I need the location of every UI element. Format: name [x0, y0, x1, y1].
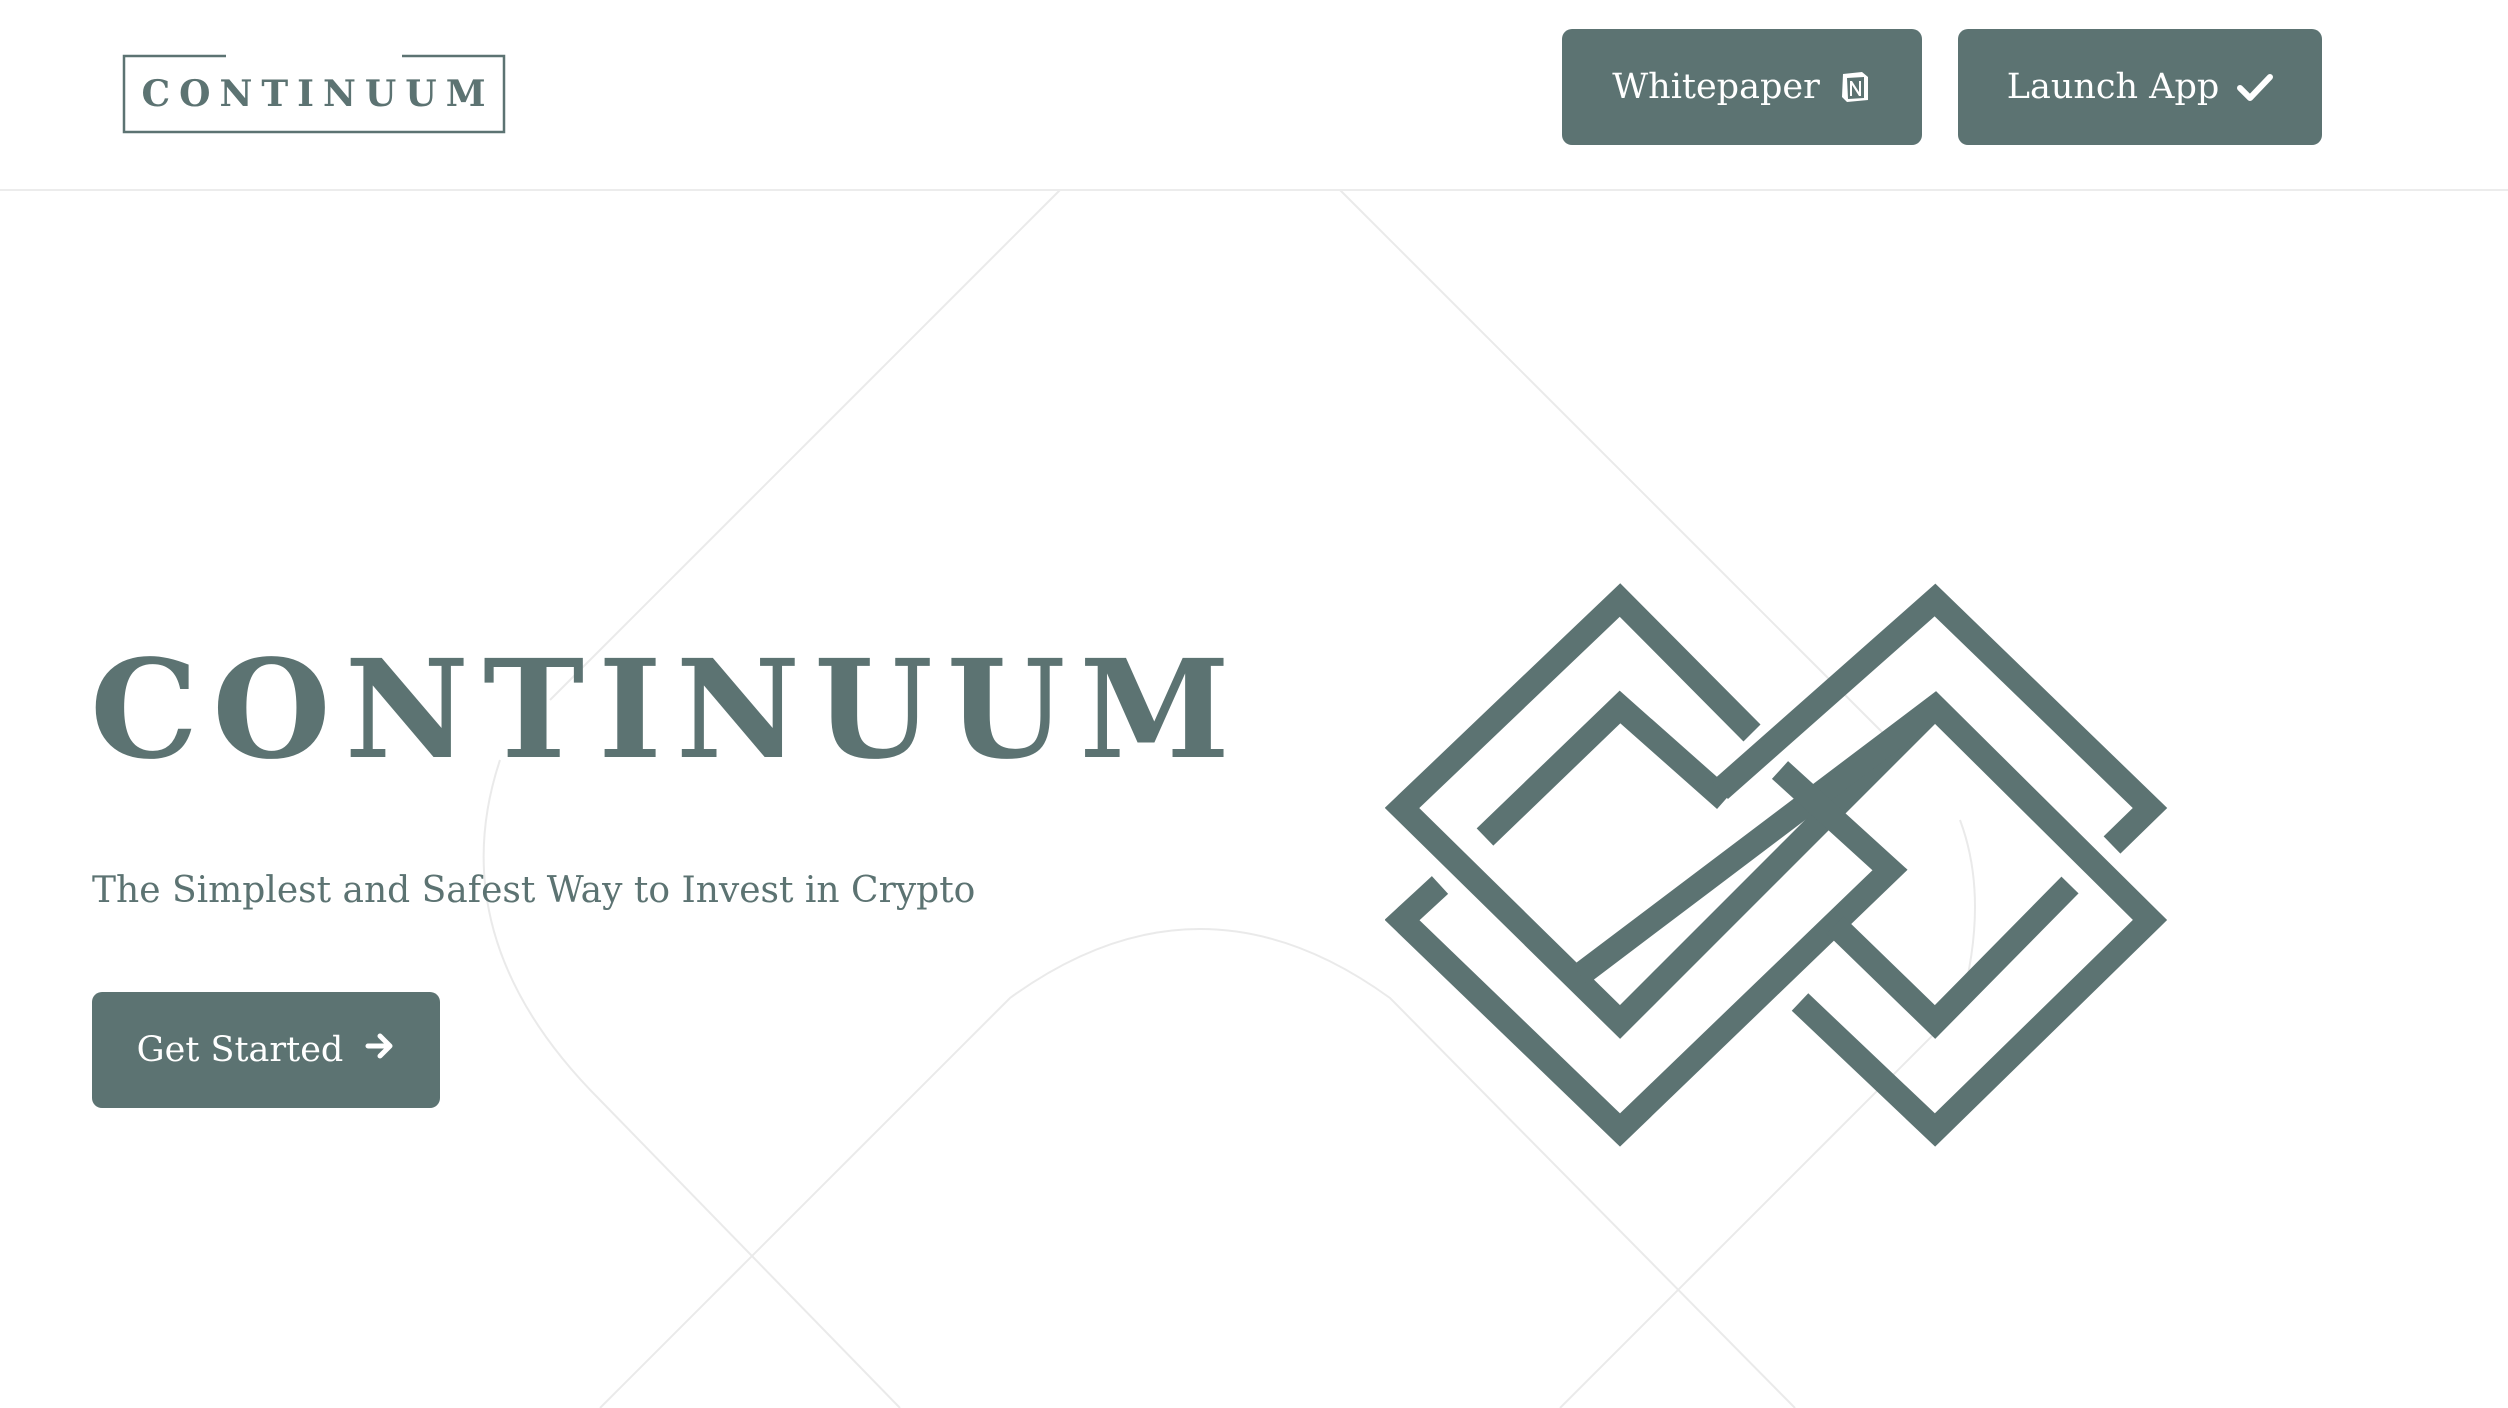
continuum-logo-mark — [1385, 583, 2168, 1147]
whitepaper-label: Whitepaper — [1612, 67, 1820, 107]
launch-app-button[interactable]: Launch App — [1958, 29, 2322, 145]
top-navigation: CONTINUUM Whitepaper Launch App — [0, 0, 2508, 191]
check-icon — [2237, 72, 2274, 102]
brand-name: CONTINUUM — [141, 73, 495, 115]
notion-icon — [1838, 70, 1872, 104]
launch-app-label: Launch App — [2006, 67, 2220, 107]
whitepaper-button[interactable]: Whitepaper — [1562, 29, 1922, 145]
hero-subtitle: The Simplest and Safest Way to Invest in… — [92, 870, 976, 911]
brand-logo[interactable]: CONTINUUM — [122, 54, 506, 134]
arrow-right-icon — [365, 1030, 395, 1070]
get-started-button[interactable]: Get Started — [92, 992, 440, 1108]
hero-title: CONTINUUM — [90, 630, 1244, 790]
get-started-label: Get Started — [136, 1030, 344, 1070]
